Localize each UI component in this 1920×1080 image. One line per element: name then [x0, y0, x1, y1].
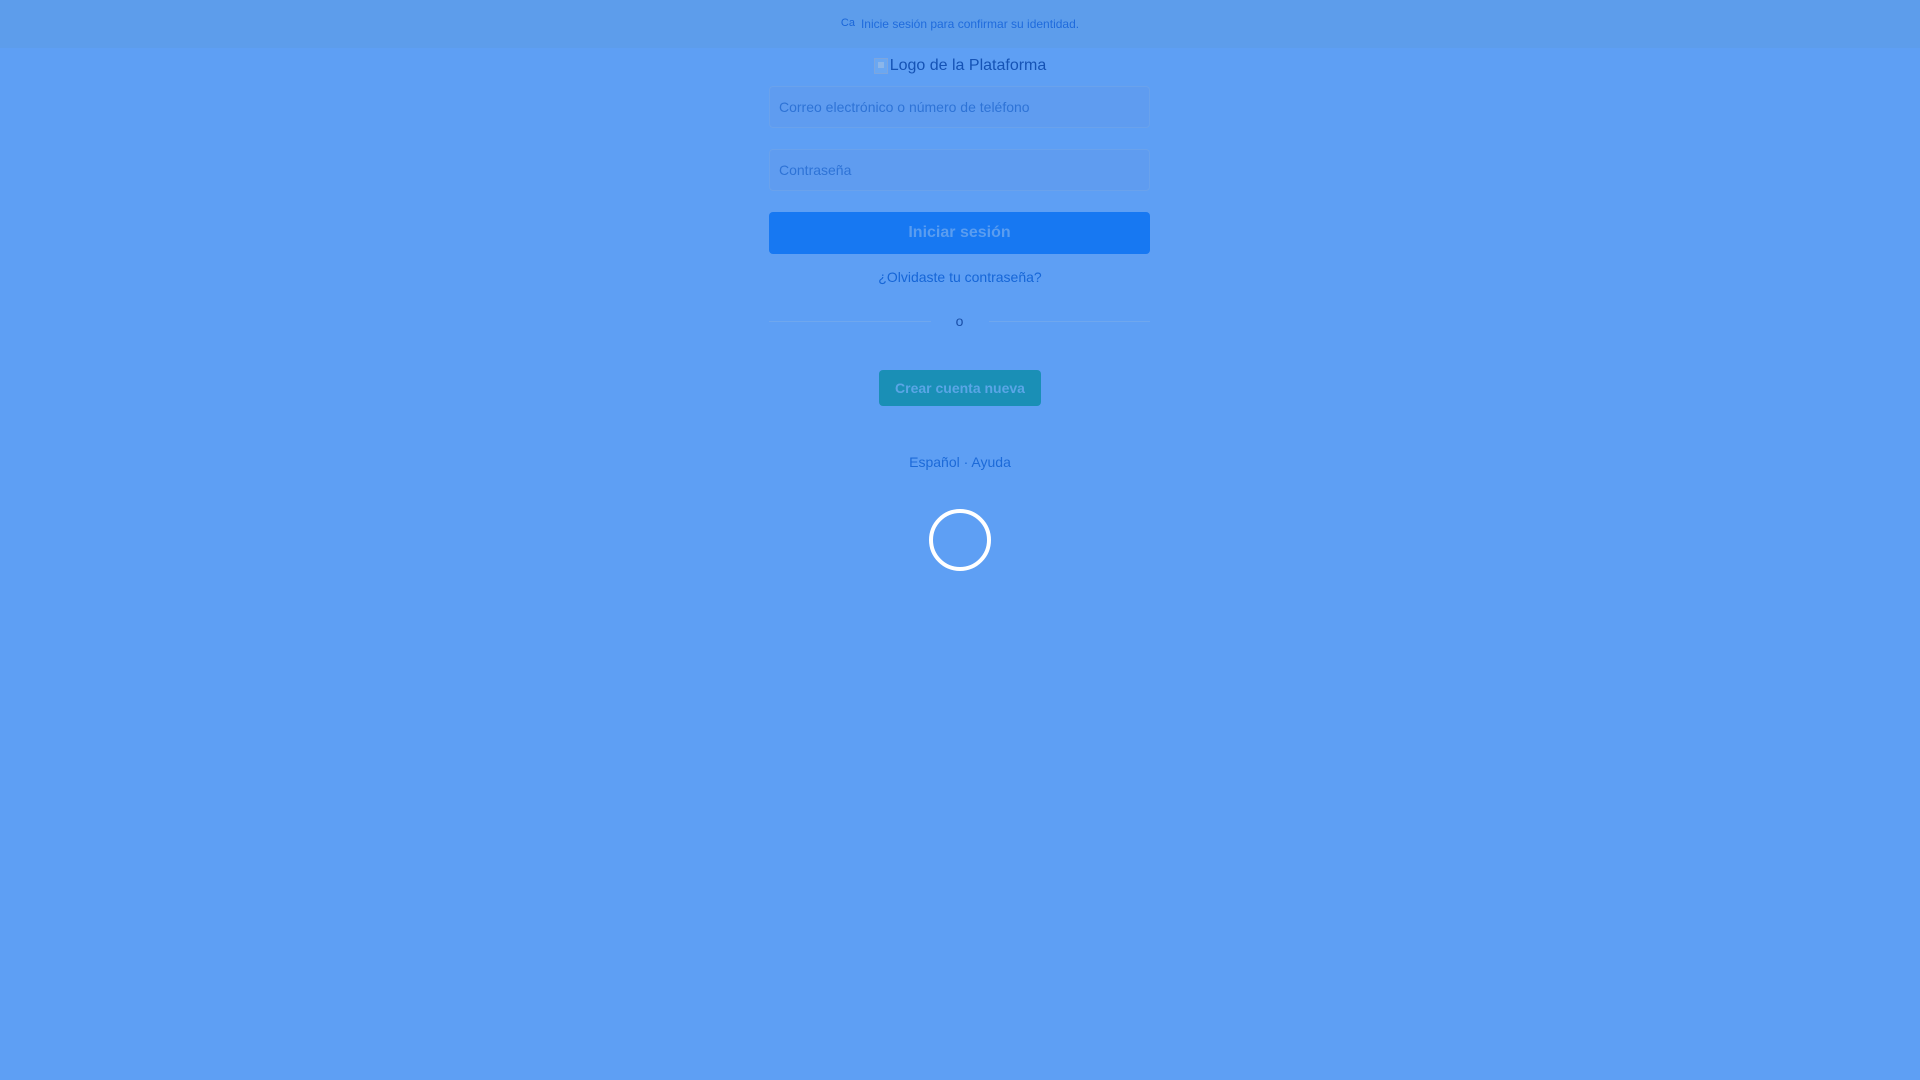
create-account-button[interactable]: Crear cuenta nueva	[879, 370, 1041, 406]
notice-message: Inicie sesión para confirmar su identida…	[860, 17, 1080, 31]
logo-alt-text: Logo de la Plataforma	[889, 57, 1047, 74]
broken-image-icon	[873, 58, 888, 74]
email-field[interactable]	[769, 86, 1150, 128]
password-field[interactable]	[769, 149, 1150, 191]
forgot-password-link[interactable]: ¿Olvidaste tu contraseña?	[0, 269, 1920, 285]
divider-label: o	[955, 313, 964, 329]
divider-line-right	[988, 320, 1150, 322]
platform-logo: Logo de la Plataforma	[0, 57, 1920, 75]
footer-separator: ·	[963, 454, 969, 470]
notice-prefix: Ca	[840, 17, 855, 29]
footer-links: Español · Ayuda	[0, 454, 1920, 470]
login-button[interactable]: Iniciar sesión	[769, 212, 1150, 254]
divider-line-left	[769, 320, 931, 322]
loading-spinner-icon	[929, 509, 991, 571]
or-divider: o	[769, 311, 1150, 331]
language-link[interactable]: Español	[909, 454, 960, 470]
help-link[interactable]: Ayuda	[971, 454, 1010, 470]
notice-bar: Ca Inicie sesión para confirmar su ident…	[0, 0, 1920, 48]
